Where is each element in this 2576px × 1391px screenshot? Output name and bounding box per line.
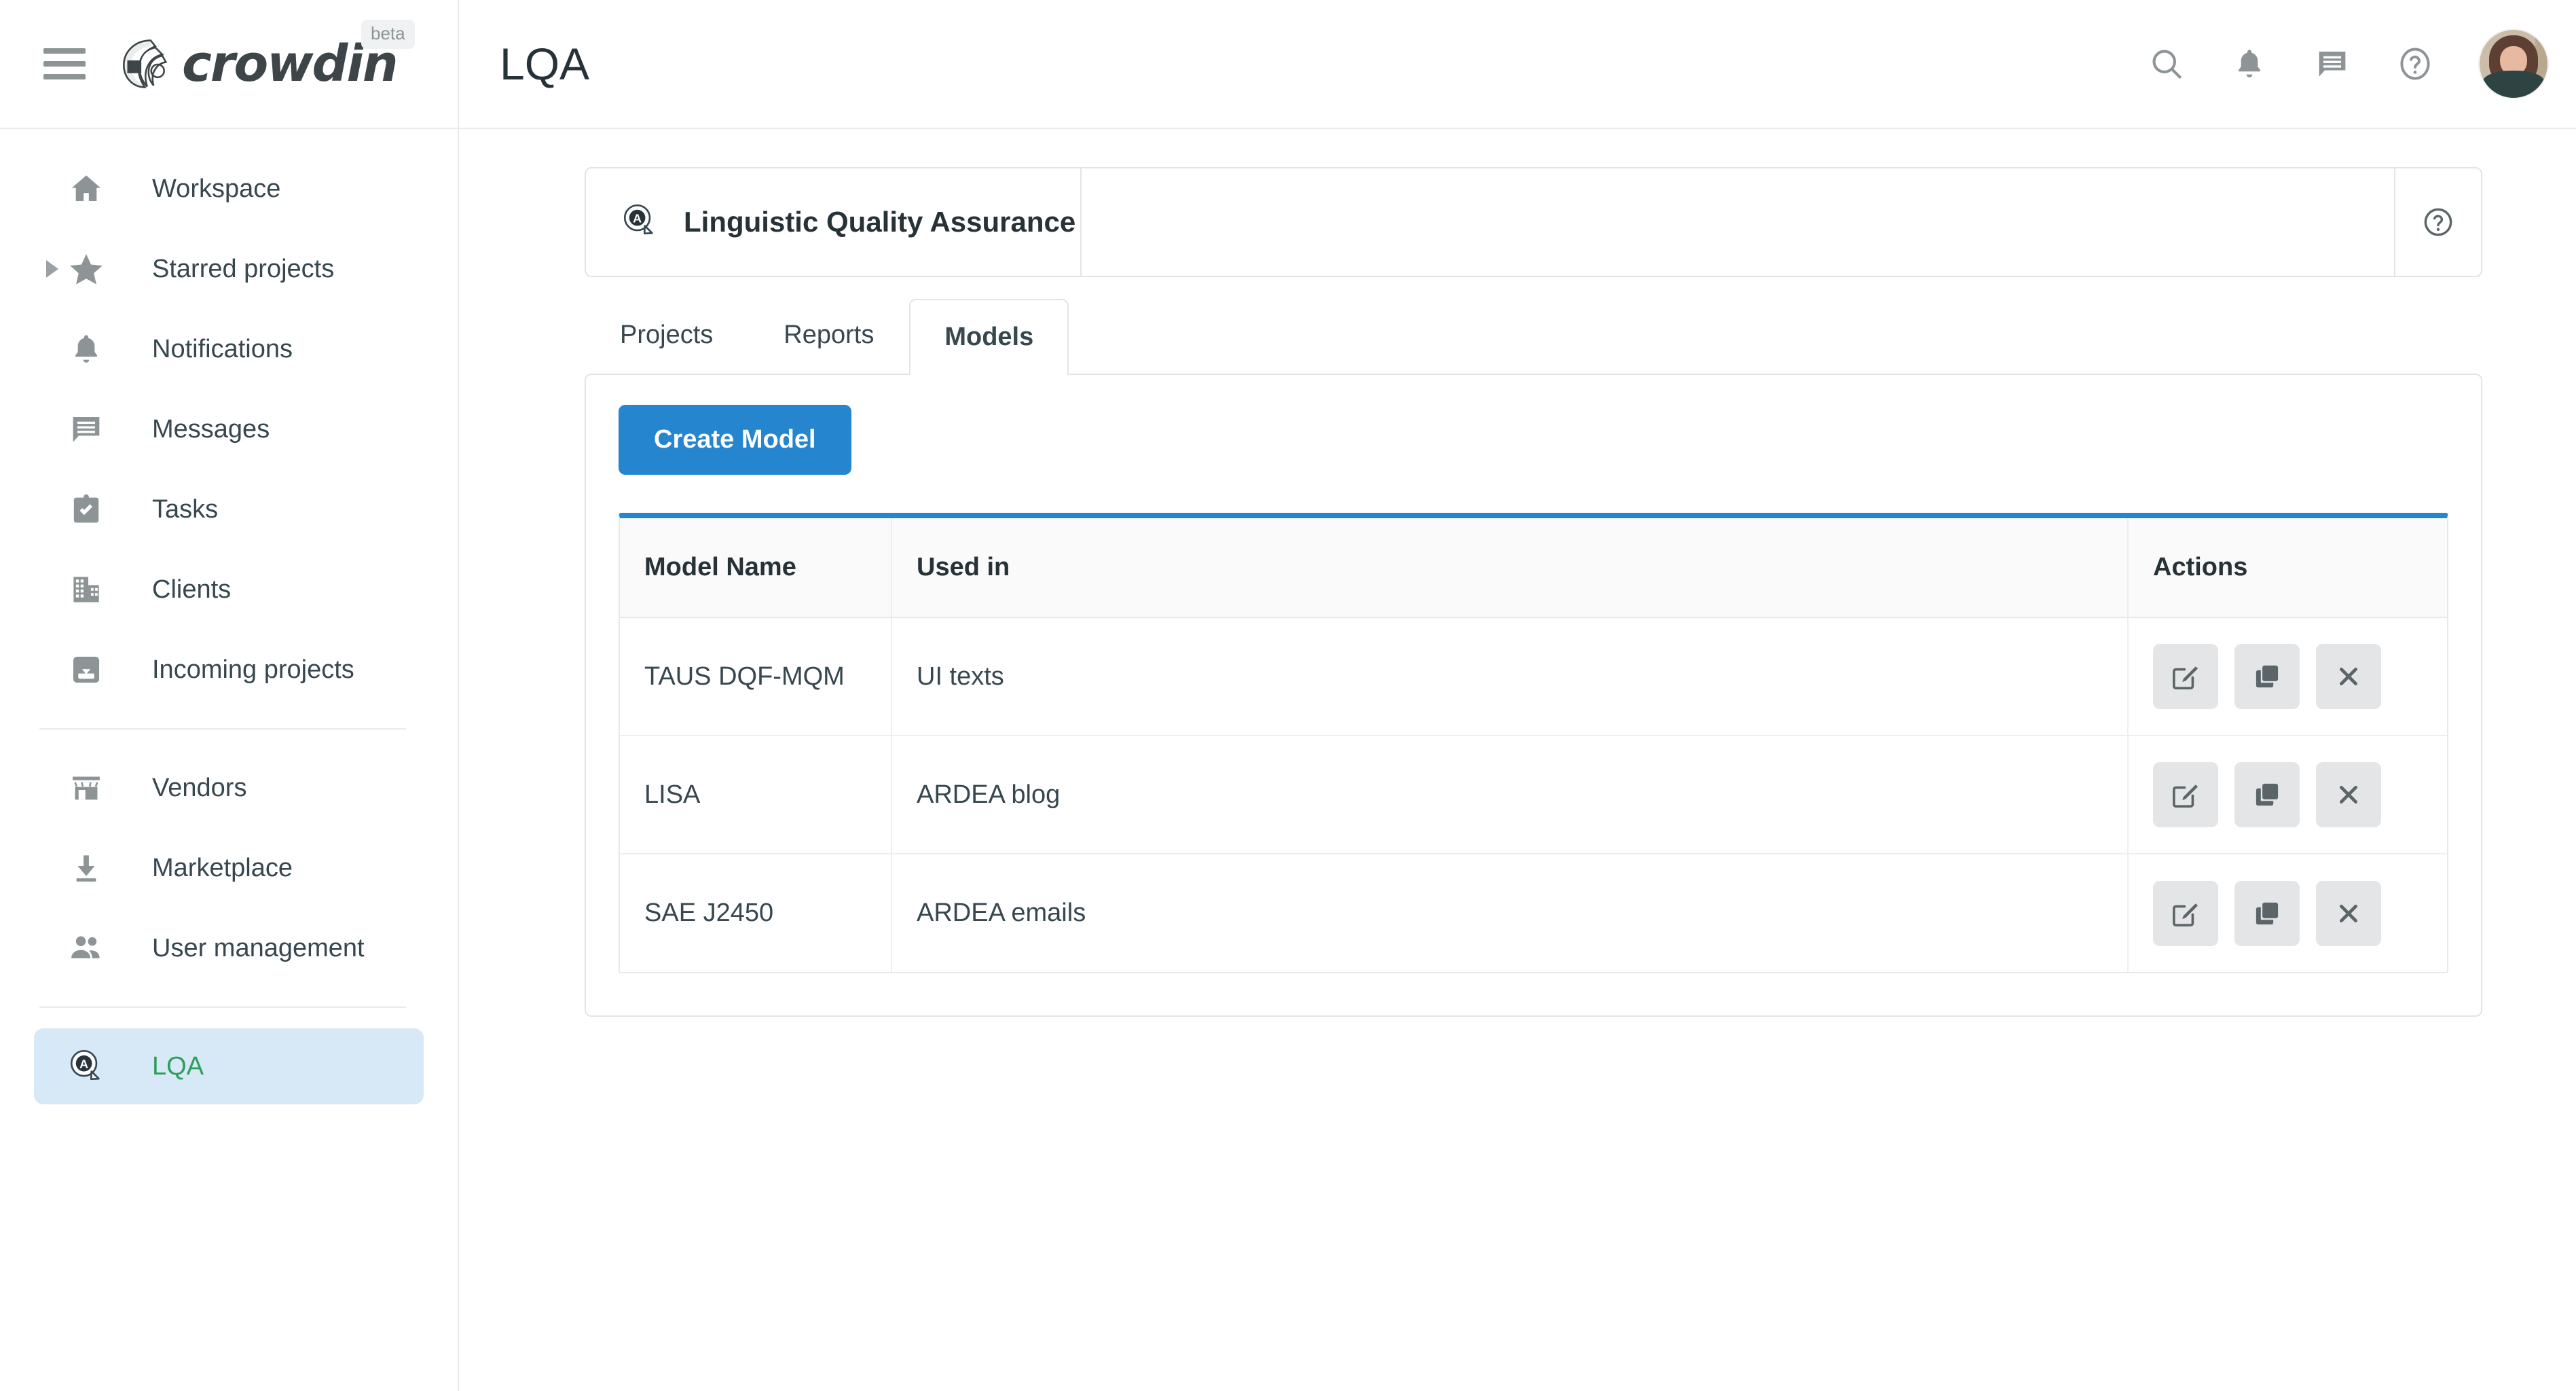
sidebar-item-label: Workspace <box>152 175 280 204</box>
sidebar-item-label: Clients <box>152 575 231 604</box>
help-circle-icon[interactable] <box>2395 168 2481 276</box>
sidebar-item-tasks[interactable]: Tasks <box>34 471 424 547</box>
sidebar-item-vendors[interactable]: Vendors <box>34 750 424 826</box>
sidebar-item-label: Vendors <box>152 774 246 803</box>
sidebar-item-clients[interactable]: Clients <box>34 552 424 628</box>
copy-icon[interactable] <box>2234 644 2300 709</box>
bell-icon <box>67 331 106 367</box>
users-icon <box>67 929 106 967</box>
lqa-bubble-icon: A <box>67 1047 106 1086</box>
help-circle-icon[interactable] <box>2383 32 2447 96</box>
svg-text:A: A <box>79 1058 88 1071</box>
top-bar: crowdin beta LQA <box>0 0 2576 129</box>
sidebar-item-label: Starred projects <box>152 255 334 284</box>
hamburger-line <box>43 48 86 54</box>
create-model-button[interactable]: Create Model <box>619 405 851 475</box>
hamburger-line <box>43 61 86 67</box>
sidebar-item-label: Tasks <box>152 495 218 524</box>
column-header-used-in: Used in <box>891 518 2128 617</box>
sidebar-item-lqa[interactable]: A LQA <box>34 1028 424 1104</box>
sidebar-item-notifications[interactable]: Notifications <box>34 311 424 387</box>
sidebar-divider <box>39 1007 406 1008</box>
bell-icon[interactable] <box>2218 32 2281 96</box>
chevron-right-icon[interactable] <box>46 260 58 278</box>
clipboard-check-icon <box>67 492 106 527</box>
table-row: SAE J2450 ARDEA emails <box>620 854 2447 972</box>
close-icon[interactable] <box>2316 762 2381 827</box>
lqa-bubble-icon: A <box>620 201 659 244</box>
close-icon[interactable] <box>2316 644 2381 709</box>
table-header-row: Model Name Used in Actions <box>620 518 2447 617</box>
hamburger-line <box>43 74 86 79</box>
cell-used-in: ARDEA emails <box>891 854 2128 972</box>
crowdin-logo-icon <box>117 35 175 93</box>
app-root: crowdin beta LQA <box>0 0 2576 1391</box>
column-header-actions: Actions <box>2128 518 2447 617</box>
column-header-model-name: Model Name <box>620 518 891 617</box>
sidebar-item-workspace[interactable]: Workspace <box>34 151 424 227</box>
message-icon <box>67 411 106 448</box>
copy-icon[interactable] <box>2234 762 2300 827</box>
tab-reports[interactable]: Reports <box>748 295 909 374</box>
cell-used-in: ARDEA blog <box>891 736 2128 854</box>
star-icon <box>67 250 106 288</box>
copy-icon[interactable] <box>2234 881 2300 946</box>
svg-text:A: A <box>633 211 642 225</box>
edit-icon[interactable] <box>2153 762 2218 827</box>
lqa-header-bar: A Linguistic Quality Assurance <box>585 167 2482 277</box>
table-row: TAUS DQF-MQM UI texts <box>620 617 2447 736</box>
body-row: Workspace Starred projects Notifications <box>0 129 2576 1391</box>
top-bar-actions <box>2135 29 2576 99</box>
building-icon <box>67 572 106 607</box>
cell-model-name: LISA <box>620 736 891 854</box>
sidebar-item-marketplace[interactable]: Marketplace <box>34 830 424 906</box>
sidebar-item-label: Marketplace <box>152 854 293 883</box>
top-bar-brand-area: crowdin beta <box>0 0 459 128</box>
tab-projects[interactable]: Projects <box>585 295 748 374</box>
cell-actions <box>2128 736 2447 854</box>
sidebar-divider <box>39 728 406 729</box>
tab-bar: Projects Reports Models <box>585 295 2576 374</box>
sidebar-item-starred-projects[interactable]: Starred projects <box>34 231 424 307</box>
main-content: A Linguistic Quality Assurance Projects <box>459 129 2576 1391</box>
inbox-download-icon <box>67 652 106 687</box>
cell-model-name: SAE J2450 <box>620 854 891 972</box>
edit-icon[interactable] <box>2153 644 2218 709</box>
lqa-header-spacer <box>1082 168 2395 276</box>
sidebar-item-messages[interactable]: Messages <box>34 391 424 467</box>
sidebar-item-user-management[interactable]: User management <box>34 910 424 986</box>
beta-badge: beta <box>361 20 415 49</box>
avatar[interactable] <box>2478 29 2549 99</box>
sidebar-item-label: Notifications <box>152 335 293 364</box>
sidebar-item-label: Incoming projects <box>152 655 354 685</box>
page-title: LQA <box>500 38 589 90</box>
models-table: Model Name Used in Actions TAUS DQF-MQM … <box>619 513 2448 973</box>
message-icon[interactable] <box>2300 32 2364 96</box>
store-icon <box>67 770 106 806</box>
crowdin-logo[interactable]: crowdin beta <box>117 35 397 93</box>
sidebar-item-label: User management <box>152 934 365 963</box>
cell-model-name: TAUS DQF-MQM <box>620 617 891 736</box>
cell-actions <box>2128 854 2447 972</box>
search-icon[interactable] <box>2135 32 2198 96</box>
sidebar-item-incoming-projects[interactable]: Incoming projects <box>34 632 424 708</box>
hamburger-menu-icon[interactable] <box>43 48 86 79</box>
edit-icon[interactable] <box>2153 881 2218 946</box>
cell-actions <box>2128 617 2447 736</box>
sidebar-item-label: Messages <box>152 415 270 444</box>
sidebar: Workspace Starred projects Notifications <box>0 129 459 1391</box>
tab-models[interactable]: Models <box>909 299 1069 375</box>
close-icon[interactable] <box>2316 881 2381 946</box>
lqa-header-title-block: A Linguistic Quality Assurance <box>586 168 1082 276</box>
cell-used-in: UI texts <box>891 617 2128 736</box>
download-icon <box>67 850 106 886</box>
models-panel: Create Model Model Name Used in Actions <box>585 374 2482 1017</box>
lqa-header-title: Linguistic Quality Assurance <box>684 206 1075 238</box>
table-row: LISA ARDEA blog <box>620 736 2447 854</box>
home-icon <box>67 170 106 207</box>
sidebar-item-label: LQA <box>152 1052 204 1081</box>
